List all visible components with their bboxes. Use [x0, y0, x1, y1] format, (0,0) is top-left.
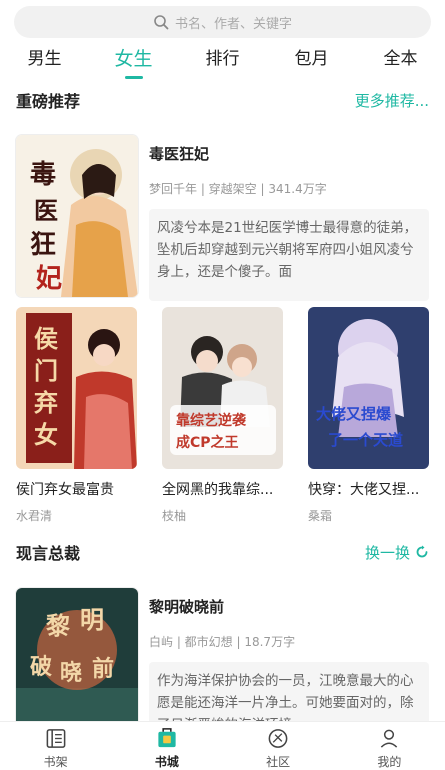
svg-text:成CP之王: 成CP之王 — [176, 434, 239, 451]
book-title: 快穿：大佬又捏... — [308, 482, 420, 498]
book-author: 枝柚 — [162, 509, 187, 523]
nav-profile[interactable]: 我的 — [334, 722, 445, 770]
bottom-navigation: 书架 书城 社区 我的 — [0, 722, 445, 770]
grid-book[interactable]: 大佬又捏爆 了一个天道 快穿：大佬又捏... 桑霜 — [308, 307, 429, 524]
tab-female[interactable]: 女生 — [89, 44, 178, 78]
tab-monthly[interactable]: 包月 — [267, 44, 356, 78]
book-cover[interactable]: 侯 门 弃 女 — [16, 307, 137, 469]
section-title: 现言总裁 — [16, 544, 81, 563]
community-icon — [268, 729, 288, 748]
nav-bookstore[interactable]: 书城 — [111, 722, 222, 770]
bookshelf-icon — [46, 729, 66, 748]
svg-text:狂: 狂 — [30, 230, 56, 260]
book-title: 侯门弃女最富贵 — [16, 482, 114, 498]
book-description: 风凌兮本是21世纪医学博士最得意的徒弟，坠机后却穿越到元兴朝将军府四小姐风凌兮身… — [149, 209, 429, 301]
bookstore-icon — [158, 728, 176, 748]
book-author: 水君清 — [16, 509, 53, 523]
nav-label: 书架 — [43, 755, 68, 769]
svg-text:前: 前 — [92, 656, 114, 682]
tab-complete[interactable]: 全本 — [356, 44, 445, 78]
refresh-icon — [416, 545, 428, 558]
grid-book[interactable]: 侯 门 弃 女 侯门弃女最富贵 水君清 — [16, 307, 137, 524]
section-title: 重磅推荐 — [16, 92, 81, 111]
svg-text:妃: 妃 — [36, 263, 62, 294]
svg-text:破: 破 — [30, 654, 52, 680]
nav-bookshelf[interactable]: 书架 — [0, 722, 111, 770]
nav-community[interactable]: 社区 — [223, 722, 334, 770]
featured-book[interactable]: 毒 医 狂 妃 毒医狂妃 梦回千年 | 穿越架空 | 341.4万字 风凌兮本是… — [16, 135, 429, 301]
book-cover[interactable]: 大佬又捏爆 了一个天道 — [308, 307, 429, 469]
svg-text:门: 门 — [34, 356, 58, 385]
svg-text:黎: 黎 — [46, 611, 70, 640]
book-title: 黎明破晓前 — [149, 598, 225, 616]
svg-text:明: 明 — [80, 605, 104, 634]
svg-text:侯: 侯 — [34, 324, 58, 353]
profile-icon — [381, 729, 398, 748]
tab-male[interactable]: 男生 — [0, 44, 89, 78]
svg-text:了一个天道: 了一个天道 — [328, 431, 403, 449]
grid-book[interactable]: 靠综艺逆袭 成CP之王 全网黑的我靠综... 枝柚 — [162, 307, 283, 524]
tab-ranking[interactable]: 排行 — [178, 44, 267, 78]
search-input[interactable]: 书名、作者、关键字 — [14, 6, 431, 38]
book-author: 桑霜 — [308, 509, 333, 523]
search-placeholder: 书名、作者、关键字 — [174, 16, 292, 32]
svg-text:医: 医 — [34, 196, 58, 225]
svg-text:晓: 晓 — [60, 660, 82, 686]
book-meta: 梦回千年 | 穿越架空 | 341.4万字 — [149, 182, 327, 196]
search-icon — [154, 15, 169, 30]
svg-text:女: 女 — [34, 420, 58, 449]
book-grid: 侯 门 弃 女 侯门弃女最富贵 水君清 靠综艺逆袭 成CP之王 全网黑的我靠综.… — [16, 307, 429, 524]
book-meta: 白屿 | 都市幻想 | 18.7万字 — [149, 635, 296, 649]
book-info: 毒医狂妃 梦回千年 | 穿越架空 | 341.4万字 风凌兮本是21世纪医学博士… — [149, 135, 429, 301]
book-title: 全网黑的我靠综... — [162, 482, 274, 498]
nav-label: 社区 — [266, 755, 291, 769]
section-recommend-header: 重磅推荐 更多推荐... — [16, 88, 429, 112]
book-cover[interactable]: 靠综艺逆袭 成CP之王 — [162, 307, 283, 469]
book-title: 毒医狂妃 — [149, 145, 210, 163]
nav-label: 我的 — [377, 755, 402, 769]
svg-text:大佬又捏爆: 大佬又捏爆 — [316, 405, 392, 423]
svg-text:靠综艺逆袭: 靠综艺逆袭 — [176, 412, 247, 429]
refresh-link[interactable]: 换一换 — [365, 542, 429, 563]
more-recommend-link[interactable]: 更多推荐... — [355, 90, 429, 111]
svg-text:弃: 弃 — [34, 388, 58, 417]
svg-text:毒: 毒 — [30, 160, 56, 190]
category-tabs: 男生 女生 排行 包月 全本 — [0, 44, 445, 78]
nav-label: 书城 — [154, 755, 179, 769]
refresh-label: 换一换 — [364, 543, 410, 562]
section-ceo-header: 现言总裁 换一换 — [16, 540, 429, 564]
book-cover[interactable]: 毒 医 狂 妃 — [16, 135, 138, 297]
